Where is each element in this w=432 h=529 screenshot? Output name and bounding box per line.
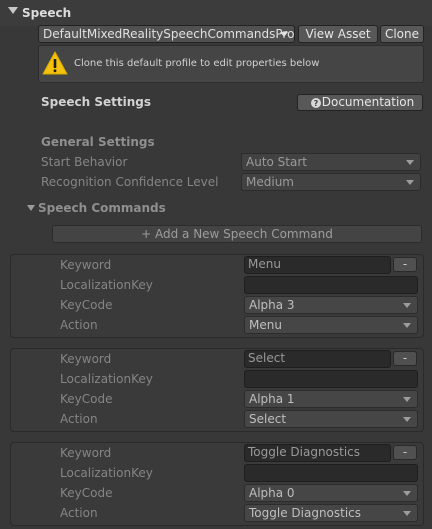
- keyword-label: Keyword: [60, 258, 112, 272]
- action-value: Select: [249, 412, 287, 426]
- action-label: Action: [60, 506, 98, 520]
- chevron-down-icon: [403, 511, 411, 516]
- localization-key-field[interactable]: [244, 464, 418, 482]
- keyword-label: Keyword: [60, 352, 112, 366]
- help-message: Clone this default profile to edit prope…: [74, 58, 320, 69]
- action-dropdown[interactable]: Select: [244, 410, 418, 428]
- clone-button[interactable]: Clone: [380, 25, 424, 43]
- profile-dropdown[interactable]: DefaultMixedRealitySpeechCommandsPro: [38, 25, 295, 43]
- speech-commands-title: Speech Commands: [38, 201, 166, 215]
- keyword-field[interactable]: Select: [244, 350, 391, 368]
- keycode-value: Alpha 1: [249, 392, 295, 406]
- confidence-level-dropdown[interactable]: Medium: [241, 173, 421, 191]
- start-behavior-label: Start Behavior: [41, 155, 128, 169]
- keycode-value: Alpha 3: [249, 298, 295, 312]
- keycode-value: Alpha 0: [249, 486, 295, 500]
- chevron-down-icon: [403, 417, 411, 422]
- keyword-label: Keyword: [60, 446, 112, 460]
- localization-key-label: LocalizationKey: [60, 278, 153, 292]
- collapse-arrow-icon[interactable]: [27, 205, 35, 211]
- section-title: Speech: [22, 6, 72, 20]
- chevron-down-icon: [280, 32, 288, 37]
- profile-dropdown-value: DefaultMixedRealitySpeechCommandsPro: [43, 27, 295, 41]
- speech-settings-title: Speech Settings: [41, 95, 151, 109]
- action-dropdown[interactable]: Toggle Diagnostics: [244, 504, 418, 522]
- action-label: Action: [60, 318, 98, 332]
- general-settings-title: General Settings: [41, 135, 155, 149]
- confidence-level-value: Medium: [246, 175, 294, 189]
- chevron-down-icon: [403, 303, 411, 308]
- keycode-dropdown[interactable]: Alpha 1: [244, 390, 418, 408]
- warning-icon: [42, 51, 68, 75]
- chevron-down-icon: [406, 160, 414, 165]
- keyword-field[interactable]: Menu: [244, 256, 391, 274]
- keyword-field[interactable]: Toggle Diagnostics: [244, 444, 391, 462]
- collapse-arrow-icon[interactable]: [8, 7, 18, 14]
- chevron-down-icon: [403, 491, 411, 496]
- add-speech-command-button[interactable]: + Add a New Speech Command: [52, 225, 422, 243]
- keycode-label: KeyCode: [60, 486, 113, 500]
- documentation-label: Documentation: [321, 95, 415, 109]
- start-behavior-dropdown[interactable]: Auto Start: [241, 153, 421, 171]
- chevron-down-icon: [403, 397, 411, 402]
- question-icon: ?: [311, 98, 321, 108]
- confidence-level-label: Recognition Confidence Level: [41, 175, 219, 189]
- action-value: Toggle Diagnostics: [249, 506, 362, 520]
- svg-text:?: ?: [314, 99, 319, 108]
- action-label: Action: [60, 412, 98, 426]
- action-value: Menu: [249, 318, 282, 332]
- localization-key-label: LocalizationKey: [60, 372, 153, 386]
- localization-key-field[interactable]: [244, 276, 418, 294]
- chevron-down-icon: [403, 323, 411, 328]
- chevron-down-icon: [406, 180, 414, 185]
- localization-key-field[interactable]: [244, 370, 418, 388]
- keycode-label: KeyCode: [60, 298, 113, 312]
- start-behavior-value: Auto Start: [246, 155, 307, 169]
- speech-section-header[interactable]: Speech: [0, 0, 432, 26]
- action-dropdown[interactable]: Menu: [244, 316, 418, 334]
- remove-command-button[interactable]: -: [393, 445, 417, 460]
- remove-command-button[interactable]: -: [393, 257, 417, 272]
- documentation-button[interactable]: ? Documentation: [297, 94, 423, 111]
- localization-key-label: LocalizationKey: [60, 466, 153, 480]
- keycode-label: KeyCode: [60, 392, 113, 406]
- keycode-dropdown[interactable]: Alpha 0: [244, 484, 418, 502]
- keycode-dropdown[interactable]: Alpha 3: [244, 296, 418, 314]
- remove-command-button[interactable]: -: [393, 351, 417, 366]
- view-asset-button[interactable]: View Asset: [298, 25, 378, 43]
